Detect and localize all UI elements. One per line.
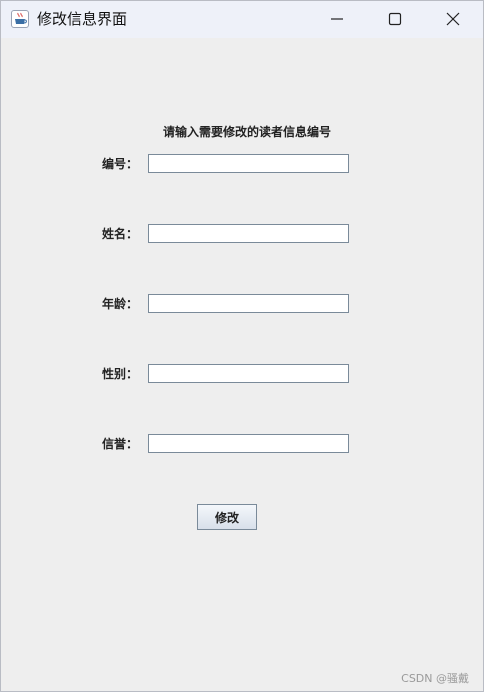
maximize-button[interactable] [372,1,418,38]
name-label: 姓名： [102,227,139,241]
id-label: 编号： [102,157,139,171]
name-input[interactable] [148,224,349,243]
id-input[interactable] [148,154,349,173]
minimize-button[interactable] [314,1,360,38]
form-panel: 请输入需要修改的读者信息编号 编号： 姓名： 年龄： 性别： 信誉： 修改 CS… [1,38,483,691]
age-input[interactable] [148,294,349,313]
window-title: 修改信息界面 [37,10,128,28]
form-prompt: 请输入需要修改的读者信息编号 [162,125,331,139]
gender-input[interactable] [148,364,349,383]
close-icon [446,12,460,26]
window: 修改信息界面 请输入需要修改的读者信息编号 编号： 姓名： 年龄： 性别： 信誉… [0,0,484,692]
credit-input[interactable] [148,434,349,453]
title-bar[interactable]: 修改信息界面 [1,1,483,38]
java-cup-icon [11,10,29,28]
gender-label: 性别： [102,367,139,381]
maximize-icon [388,12,402,26]
watermark: CSDN @骚戴 [401,672,469,685]
close-button[interactable] [430,1,476,38]
age-label: 年龄： [102,297,139,311]
credit-label: 信誉： [102,437,139,451]
minimize-icon [331,18,343,20]
modify-button[interactable]: 修改 [197,504,257,530]
